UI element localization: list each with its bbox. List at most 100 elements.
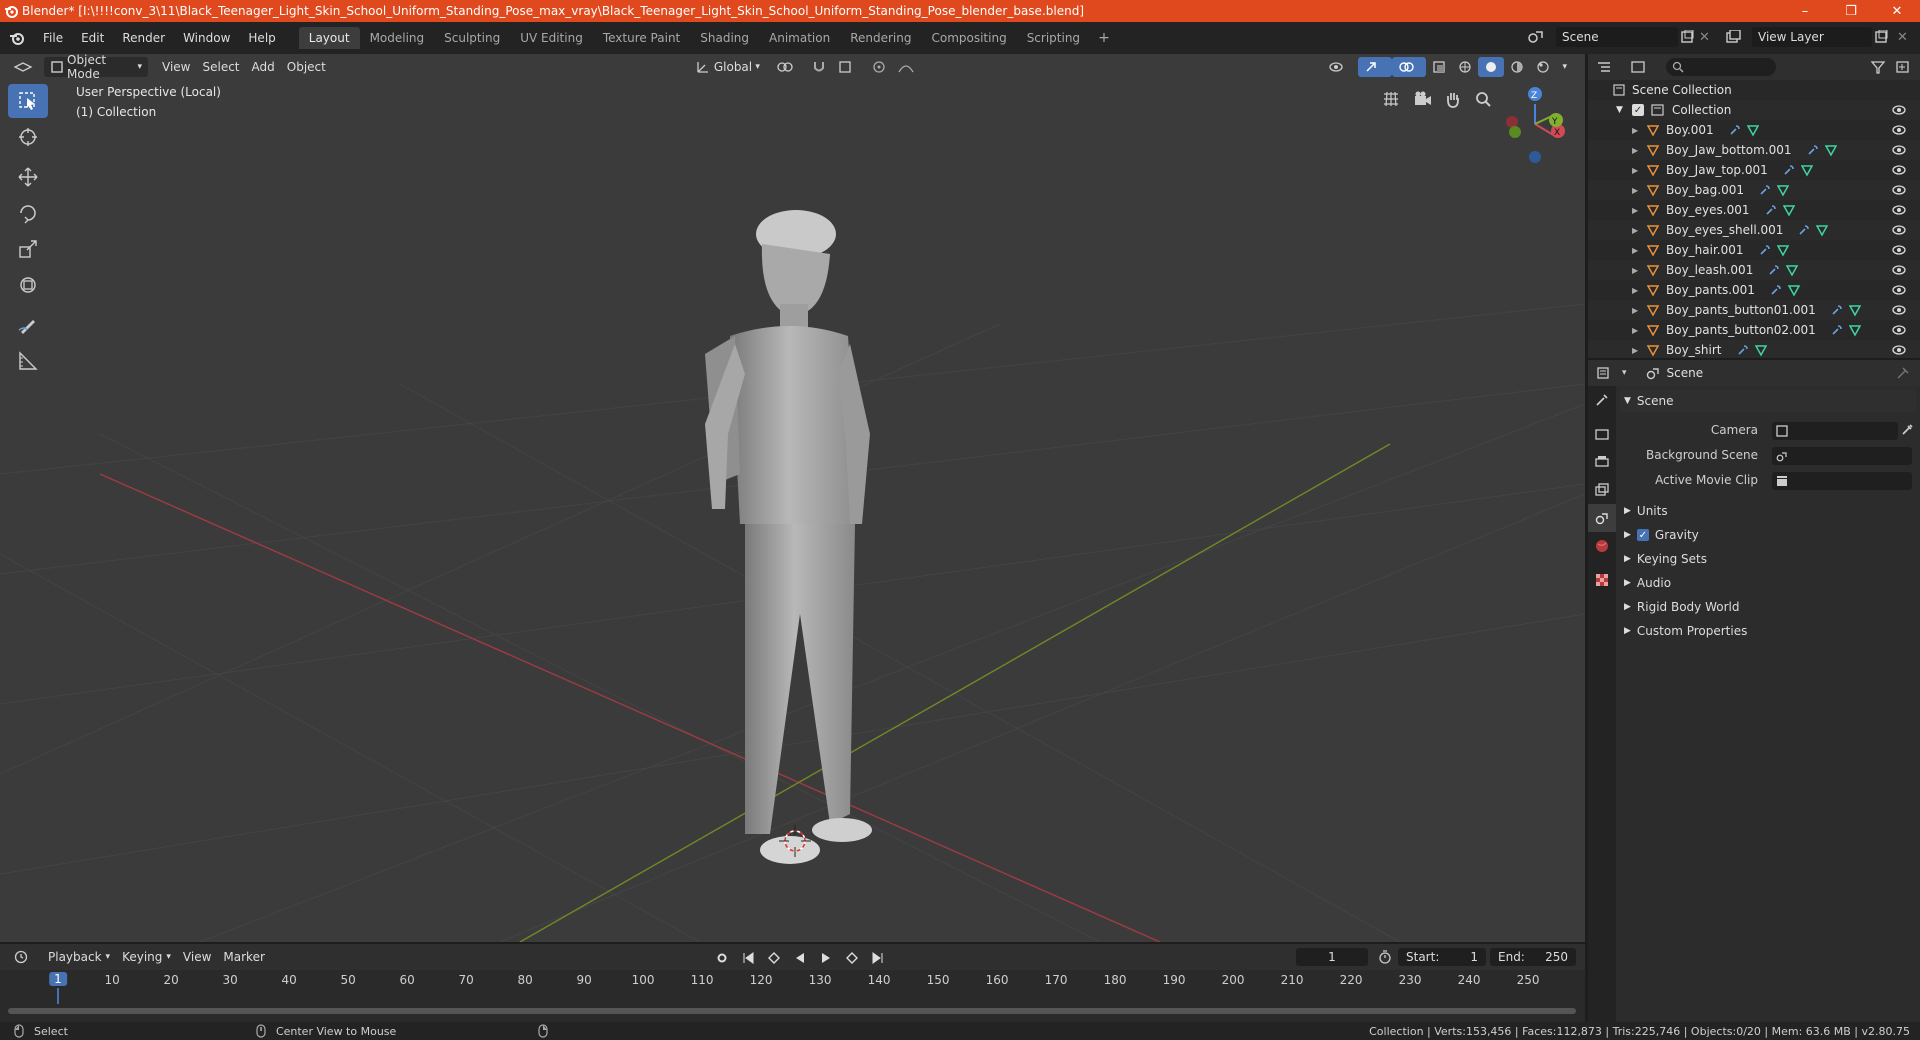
eye-icon[interactable] (1892, 124, 1906, 136)
cursor-tool[interactable] (8, 120, 48, 154)
display-mode-icon[interactable] (1630, 60, 1658, 74)
toggle-camera-view-grid-icon[interactable] (1382, 90, 1400, 108)
gravity-checkbox[interactable]: ✓ (1636, 529, 1649, 541)
zoom-magnifier-icon[interactable] (1474, 90, 1492, 108)
character-model[interactable] (705, 210, 872, 864)
play-reverse-button[interactable] (788, 948, 812, 968)
delete-view-layer-icon[interactable]: ✕ (1897, 30, 1908, 45)
start-frame-field[interactable]: Start: 1 (1398, 948, 1486, 966)
outliner-object-row[interactable]: ▶ Boy_leash.001 (1588, 260, 1920, 280)
tab-layout[interactable]: Layout (298, 27, 360, 49)
mesh-data-icon[interactable] (1754, 343, 1768, 357)
tab-sculpting[interactable]: Sculpting (434, 27, 510, 49)
outliner-object-row[interactable]: ▶ Boy_Jaw_bottom.001 (1588, 140, 1920, 160)
tab-world[interactable] (1588, 532, 1616, 560)
eye-icon[interactable] (1892, 264, 1906, 276)
outliner-object-row[interactable]: ▶ Boy_eyes.001 (1588, 200, 1920, 220)
pivot-point-button[interactable] (770, 57, 806, 77)
outliner-object-row[interactable]: ▶ Boy_pants.001 (1588, 280, 1920, 300)
record-button[interactable] (710, 948, 734, 968)
modifier-wrench-icon[interactable] (1767, 263, 1781, 277)
outliner-object-row[interactable]: ▶ Boy_shirt (1588, 340, 1920, 358)
camera-view-icon[interactable] (1413, 90, 1433, 108)
shading-rendered-button[interactable] (1530, 57, 1556, 77)
modifier-wrench-icon[interactable] (1764, 203, 1778, 217)
outliner-object-row[interactable]: ▶ Boy_eyes_shell.001 (1588, 220, 1920, 240)
outliner-object-row[interactable]: ▶ Boy_Jaw_top.001 (1588, 160, 1920, 180)
expand-arrow-icon[interactable]: ▶ (1632, 226, 1642, 235)
new-collection-icon[interactable] (1894, 60, 1916, 74)
tab-rendering[interactable]: Rendering (840, 27, 921, 49)
expand-arrow-icon[interactable]: ▶ (1632, 146, 1642, 155)
scene-type-icon[interactable] (1527, 29, 1545, 45)
next-keyframe-button[interactable] (840, 948, 864, 968)
prev-keyframe-button[interactable] (762, 948, 786, 968)
scene-collection-row[interactable]: Scene Collection (1588, 80, 1920, 100)
eye-icon[interactable] (1892, 304, 1906, 316)
outliner-object-row[interactable]: ▶ Boy_pants_button01.001 (1588, 300, 1920, 320)
shading-wireframe-button[interactable] (1452, 57, 1478, 77)
pan-hand-icon[interactable] (1444, 90, 1462, 108)
expand-arrow-icon[interactable]: ▶ (1632, 246, 1642, 255)
menu-window[interactable]: Window (174, 22, 239, 54)
scene-section-header[interactable]: ▼ Scene (1620, 390, 1916, 412)
eye-icon[interactable] (1892, 344, 1906, 356)
3d-viewport[interactable]: Z Y X Object Mode ▾ View Select Add Obje… (0, 54, 1585, 942)
eye-icon[interactable] (1892, 284, 1906, 296)
viewport-menu-select[interactable]: Select (196, 57, 245, 77)
mesh-data-icon[interactable] (1800, 163, 1814, 177)
mesh-data-icon[interactable] (1824, 143, 1838, 157)
eye-icon[interactable] (1892, 164, 1906, 176)
jump-start-button[interactable] (736, 948, 760, 968)
modifier-wrench-icon[interactable] (1758, 183, 1772, 197)
mesh-data-icon[interactable] (1848, 303, 1862, 317)
mesh-data-icon[interactable] (1848, 323, 1862, 337)
mesh-data-icon[interactable] (1746, 123, 1760, 137)
stopwatch-icon[interactable] (1378, 950, 1392, 964)
shading-solid-button[interactable] (1478, 57, 1505, 77)
menu-help[interactable]: Help (239, 22, 284, 54)
active-movie-clip-field[interactable] (1772, 472, 1912, 490)
eye-icon[interactable] (1892, 204, 1906, 216)
maximize-button[interactable]: ❐ (1828, 0, 1874, 22)
xray-toggle[interactable] (1426, 57, 1452, 77)
expand-arrow-icon[interactable]: ▶ (1632, 326, 1642, 335)
units-panel-header[interactable]: ▶ Units (1620, 500, 1920, 522)
add-workspace-button[interactable]: + (1090, 30, 1118, 46)
expand-arrow-icon[interactable]: ▶ (1632, 126, 1642, 135)
menu-file[interactable]: File (34, 22, 72, 54)
eyedropper-icon[interactable] (1900, 423, 1914, 437)
expand-arrow-icon[interactable]: ▶ (1632, 206, 1642, 215)
mode-dropdown[interactable]: Object Mode ▾ (44, 54, 148, 81)
modifier-wrench-icon[interactable] (1830, 323, 1844, 337)
tab-texture[interactable] (1588, 566, 1616, 594)
current-frame-field[interactable]: 1 (1296, 948, 1368, 966)
shading-material-button[interactable] (1504, 57, 1530, 77)
frame-ruler[interactable]: 1 10 20 30 40 50 60 70 80 90 100 110 120 130 140 150 160… (0, 970, 1585, 1004)
timeline-menu-view[interactable]: View (177, 947, 217, 967)
eye-icon[interactable] (1892, 324, 1906, 336)
move-tool[interactable] (8, 160, 48, 194)
tab-modeling[interactable]: Modeling (360, 27, 435, 49)
mesh-data-icon[interactable] (1815, 223, 1829, 237)
mesh-data-icon[interactable] (1776, 243, 1790, 257)
tab-animation[interactable]: Animation (759, 27, 840, 49)
keying-sets-panel-header[interactable]: ▶ Keying Sets (1620, 548, 1920, 570)
modifier-wrench-icon[interactable] (1769, 283, 1783, 297)
mesh-data-icon[interactable] (1785, 263, 1799, 277)
select-box-tool[interactable] (8, 84, 48, 118)
close-button[interactable]: ✕ (1874, 0, 1920, 22)
tab-texture-paint[interactable]: Texture Paint (593, 27, 690, 49)
outliner-object-row[interactable]: ▶ Boy.001 (1588, 120, 1920, 140)
scale-tool[interactable] (8, 232, 48, 266)
view-layer-selector[interactable]: View Layer (1752, 27, 1872, 47)
editor-type-button[interactable] (6, 57, 40, 77)
view-layer-type-icon[interactable] (1726, 30, 1744, 44)
rotate-tool[interactable] (8, 196, 48, 230)
timeline-editor-type-button[interactable] (8, 947, 42, 967)
play-button[interactable] (814, 948, 838, 968)
timeline-menu-playback[interactable]: Playback ▾ (42, 947, 116, 967)
tab-shading[interactable]: Shading (690, 27, 759, 49)
delete-scene-icon[interactable]: ✕ (1699, 30, 1710, 45)
measure-tool[interactable] (8, 344, 48, 378)
